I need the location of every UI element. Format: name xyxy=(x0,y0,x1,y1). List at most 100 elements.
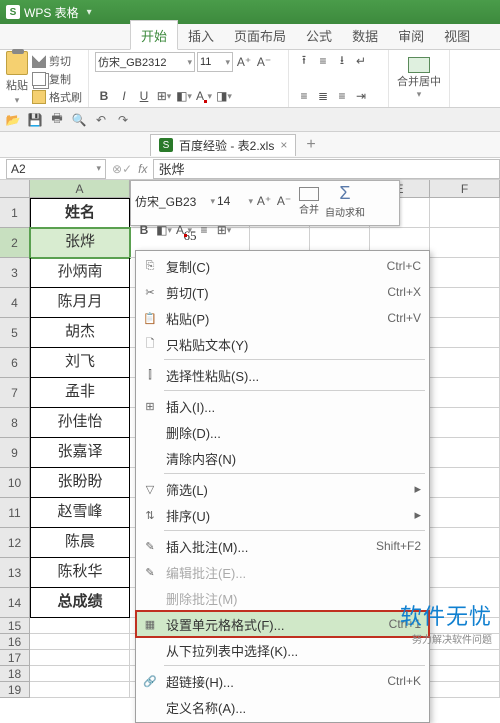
cell[interactable]: 刘飞 xyxy=(30,348,130,378)
tab-home[interactable]: 开始 xyxy=(130,20,178,50)
name-box[interactable]: A2▾ xyxy=(6,159,106,179)
cell[interactable]: 张盼盼 xyxy=(30,468,130,498)
format-painter-button[interactable]: 格式刷 xyxy=(32,89,82,105)
mini-align-left[interactable]: ≡ xyxy=(195,221,213,239)
cell[interactable] xyxy=(430,468,500,498)
row-header[interactable]: 17 xyxy=(0,650,30,666)
cell[interactable] xyxy=(430,258,500,288)
cell[interactable] xyxy=(430,650,500,666)
mini-autosum-button[interactable]: Σ自动求和 xyxy=(325,183,365,219)
cell[interactable] xyxy=(30,618,130,634)
row-header[interactable]: 5 xyxy=(0,318,30,348)
align-center-icon[interactable]: ≣ xyxy=(314,87,332,105)
open-icon[interactable]: 📂 xyxy=(4,111,22,129)
cell[interactable]: 陈晨 xyxy=(30,528,130,558)
new-tab-icon[interactable]: + xyxy=(306,136,315,154)
fx-icon[interactable]: fx xyxy=(138,162,147,176)
cell[interactable] xyxy=(430,528,500,558)
context-menu-item[interactable]: 清除内容(N) xyxy=(136,445,429,471)
row-header[interactable]: 10 xyxy=(0,468,30,498)
mini-font-size[interactable]: 14▾ xyxy=(217,192,253,210)
cell[interactable] xyxy=(430,318,500,348)
border-button[interactable]: ⊞▾ xyxy=(155,87,173,105)
context-menu-item[interactable]: 🗋只粘贴文本(Y) xyxy=(136,331,429,357)
mini-merge-button[interactable]: 合并 xyxy=(299,187,319,216)
close-tab-icon[interactable]: × xyxy=(280,138,287,152)
align-middle-icon[interactable]: ≡ xyxy=(314,52,332,70)
context-menu-item[interactable]: ⎘复制(C)Ctrl+C xyxy=(136,253,429,279)
context-menu-item[interactable]: ✂剪切(T)Ctrl+X xyxy=(136,279,429,305)
workbook-tab[interactable]: S 百度经验 - 表2.xls × xyxy=(150,134,296,156)
cell[interactable] xyxy=(30,634,130,650)
cell[interactable] xyxy=(430,408,500,438)
cell[interactable]: 孙佳怡 xyxy=(30,408,130,438)
context-menu-item[interactable]: ⫿选择性粘贴(S)... xyxy=(136,362,429,388)
fill-color-button[interactable]: ◧▾ xyxy=(175,87,193,105)
context-menu-item[interactable]: ⇅排序(U)▸ xyxy=(136,502,429,528)
cell[interactable]: 赵雪峰 xyxy=(30,498,130,528)
context-menu-item[interactable]: ▦设置单元格格式(F)...Ctrl+1 xyxy=(136,611,429,637)
save-icon[interactable]: 💾 xyxy=(26,111,44,129)
spreadsheet-grid[interactable]: ABCDEF 12345678910111213141516171819 姓名张… xyxy=(0,180,500,648)
cell[interactable] xyxy=(430,666,500,682)
cell[interactable]: 孙炳南 xyxy=(30,258,130,288)
col-header-F[interactable]: F xyxy=(430,180,500,198)
cell[interactable]: 总成绩 xyxy=(30,588,130,618)
row-header[interactable]: 4 xyxy=(0,288,30,318)
mini-font-color[interactable]: A▾ xyxy=(175,221,193,239)
cell[interactable]: 姓名 xyxy=(30,198,130,228)
cell[interactable] xyxy=(430,228,500,258)
row-header[interactable]: 13 xyxy=(0,558,30,588)
font-size-select[interactable]: 11▾ xyxy=(197,52,233,72)
cut-button[interactable]: 剪切 xyxy=(32,53,82,69)
copy-button[interactable]: 复制 xyxy=(32,71,82,87)
cell[interactable] xyxy=(430,378,500,408)
cell[interactable] xyxy=(430,498,500,528)
tab-formula[interactable]: 公式 xyxy=(296,21,342,49)
select-all-corner[interactable] xyxy=(0,180,30,198)
tab-review[interactable]: 审阅 xyxy=(388,21,434,49)
tab-pagelayout[interactable]: 页面布局 xyxy=(224,21,296,49)
context-menu-item[interactable]: 定义名称(A)... xyxy=(136,694,429,720)
align-bottom-icon[interactable]: ⭳ xyxy=(333,52,351,70)
formula-bar[interactable]: 张烨 xyxy=(153,159,500,179)
mini-font-family[interactable]: 仿宋_GB23▾ xyxy=(135,192,215,210)
font-family-select[interactable]: 仿宋_GB2312▾ xyxy=(95,52,195,72)
align-top-icon[interactable]: ⭱ xyxy=(295,52,313,70)
highlight-button[interactable]: ◨▾ xyxy=(215,87,233,105)
cell[interactable] xyxy=(430,348,500,378)
cell[interactable] xyxy=(430,682,500,698)
cell[interactable] xyxy=(430,198,500,228)
increase-font-icon[interactable]: A⁺ xyxy=(235,53,253,71)
cell[interactable] xyxy=(430,288,500,318)
mini-increase-font-icon[interactable]: A⁺ xyxy=(255,192,273,210)
context-menu-item[interactable]: 从下拉列表中选择(K)... xyxy=(136,637,429,663)
cell[interactable] xyxy=(430,558,500,588)
cell[interactable] xyxy=(30,666,130,682)
context-menu-item[interactable]: 📋粘贴(P)Ctrl+V xyxy=(136,305,429,331)
mini-border[interactable]: ⊞▾ xyxy=(215,221,233,239)
paste-button[interactable]: 粘贴▾ xyxy=(6,51,28,106)
wrap-text-icon[interactable]: ↵ xyxy=(352,52,370,70)
cell[interactable]: 张嘉译 xyxy=(30,438,130,468)
mini-fill-color[interactable]: ◧▾ xyxy=(155,221,173,239)
app-menu-arrow-icon[interactable]: ▾ xyxy=(87,7,92,18)
undo-icon[interactable]: ↶ xyxy=(92,111,110,129)
row-header[interactable]: 6 xyxy=(0,348,30,378)
row-header[interactable]: 11 xyxy=(0,498,30,528)
indent-icon[interactable]: ⇥ xyxy=(352,87,370,105)
row-header[interactable]: 8 xyxy=(0,408,30,438)
italic-button[interactable]: I xyxy=(115,87,133,105)
underline-button[interactable]: U xyxy=(135,87,153,105)
mini-bold[interactable]: B xyxy=(135,221,153,239)
row-header[interactable]: 1 xyxy=(0,198,30,228)
align-left-icon[interactable]: ≡ xyxy=(295,87,313,105)
cell[interactable]: 陈秋华 xyxy=(30,558,130,588)
row-header[interactable]: 2 xyxy=(0,228,30,258)
cell[interactable]: 张烨 xyxy=(30,228,130,258)
cell[interactable] xyxy=(30,650,130,666)
cell[interactable]: 胡杰 xyxy=(30,318,130,348)
row-header[interactable]: 9 xyxy=(0,438,30,468)
tab-data[interactable]: 数据 xyxy=(342,21,388,49)
align-right-icon[interactable]: ≡ xyxy=(333,87,351,105)
